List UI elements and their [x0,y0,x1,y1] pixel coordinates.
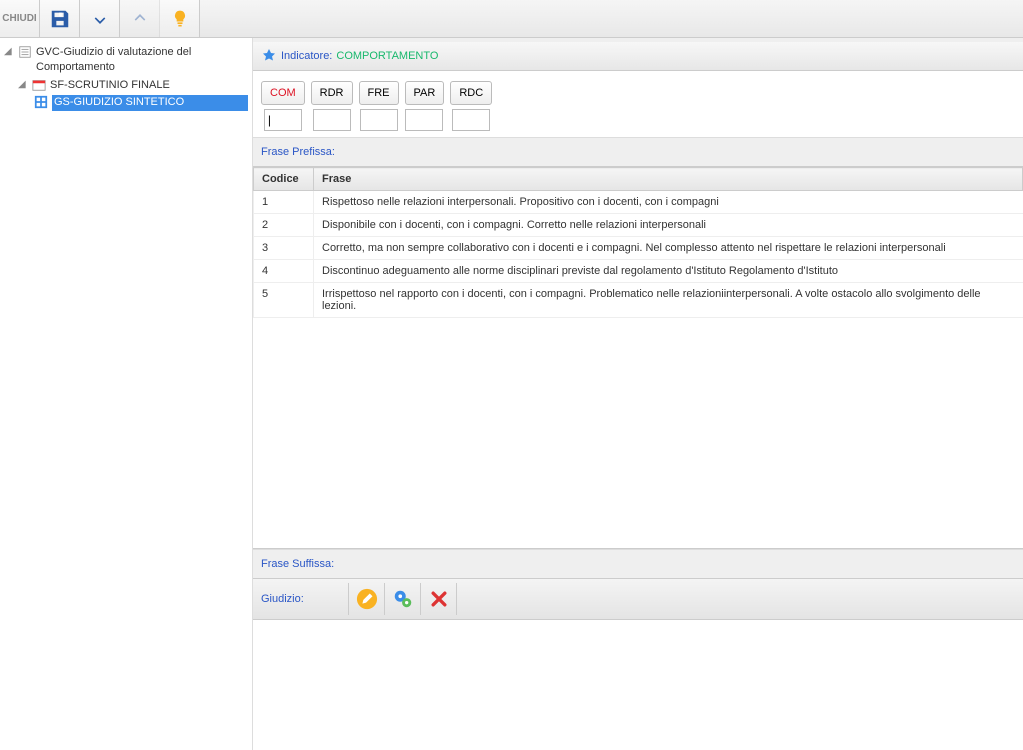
indicatore-label: Indicatore: [281,50,332,62]
code-btn-com[interactable]: COM [261,81,305,105]
cell-frase: Rispettoso nelle relazioni interpersonal… [314,191,1023,214]
cell-codice: 5 [254,283,314,318]
frase-suffissa-label: Frase Suffissa: [253,549,1023,578]
doc-icon [18,45,32,59]
code-btn-fre[interactable]: FRE [359,81,399,105]
tree-node-gs-label: GS-GIUDIZIO SINTETICO [52,95,248,110]
tree-node-sf-label: SF-SCRUTINIO FINALE [50,78,248,93]
indicatore-value: COMPORTAMENTO [336,50,438,62]
code-input-par[interactable] [405,109,443,131]
grid-icon [34,95,48,109]
table-row[interactable]: 1Rispettoso nelle relazioni interpersona… [254,191,1023,214]
lightbulb-icon [170,9,190,29]
table-row[interactable]: 4Discontinuo adeguamento alle norme disc… [254,260,1023,283]
code-input-rdr[interactable] [313,109,351,131]
tree-root[interactable]: ◢ GVC-Giudizio di valutazione del Compor… [4,44,248,77]
code-btn-rdr[interactable]: RDR [311,81,353,105]
cell-codice: 1 [254,191,314,214]
cell-frase: Disponibile con i docenti, con i compagn… [314,214,1023,237]
code-input-com[interactable] [264,109,302,131]
indicator-icon [261,48,277,64]
indicatore-bar: Indicatore: COMPORTAMENTO [253,42,1023,71]
save-button[interactable] [40,0,80,37]
cell-codice: 3 [254,237,314,260]
close-icon [429,589,449,609]
code-btn-rdc[interactable]: RDC [450,81,492,105]
edit-giudizio-button[interactable] [349,583,385,615]
arrow-down-icon [90,9,110,29]
tree-node-sf[interactable]: ◢ SF-SCRUTINIO FINALE [4,77,248,94]
giudizio-label: Giudizio: [261,593,336,605]
hint-button[interactable] [160,0,200,37]
cell-frase: Discontinuo adeguamento alle norme disci… [314,260,1023,283]
code-input-fre[interactable] [360,109,398,131]
cell-frase: Irrispettoso nel rapporto con i docenti,… [314,283,1023,318]
top-toolbar: CHIUDI [0,0,1023,38]
code-btn-par[interactable]: PAR [405,81,445,105]
up-button [120,0,160,37]
th-codice[interactable]: Codice [254,168,314,191]
th-frase[interactable]: Frase [314,168,1023,191]
cell-codice: 2 [254,214,314,237]
table-wrap[interactable]: Codice Frase 1Rispettoso nelle relazioni… [253,166,1023,549]
settings-giudizio-button[interactable] [385,583,421,615]
cell-codice: 4 [254,260,314,283]
content-pane: Indicatore: COMPORTAMENTO COM RDR FRE PA… [253,38,1023,750]
giudizio-text-area[interactable] [253,620,1023,750]
table-row[interactable]: 2Disponibile con i docenti, con i compag… [254,214,1023,237]
table-row[interactable]: 5Irrispettoso nel rapporto con i docenti… [254,283,1023,318]
delete-giudizio-button[interactable] [421,583,457,615]
table-row[interactable]: 3Corretto, ma non sempre collaborativo c… [254,237,1023,260]
tree-root-label: GVC-Giudizio di valutazione del Comporta… [36,45,248,76]
down-button[interactable] [80,0,120,37]
cell-frase: Corretto, ma non sempre collaborativo co… [314,237,1023,260]
tree-toggle-icon[interactable]: ◢ [4,45,14,59]
save-icon [49,8,71,30]
tree-node-gs[interactable]: GS-GIUDIZIO SINTETICO [4,94,248,111]
pencil-icon [356,588,378,610]
code-input-rdc[interactable] [452,109,490,131]
frasi-table: Codice Frase 1Rispettoso nelle relazioni… [253,167,1023,318]
tree-toggle-icon[interactable]: ◢ [18,78,28,92]
tree-sidebar: ◢ GVC-Giudizio di valutazione del Compor… [0,38,253,750]
giudizio-bar: Giudizio: [253,578,1023,620]
close-button[interactable]: CHIUDI [0,0,40,37]
arrow-up-icon [130,9,150,29]
calendar-icon [32,78,46,92]
codes-row: COM RDR FRE PAR RDC [253,71,1023,137]
frase-prefissa-label: Frase Prefissa: [253,137,1023,166]
gear-icon [392,588,414,610]
